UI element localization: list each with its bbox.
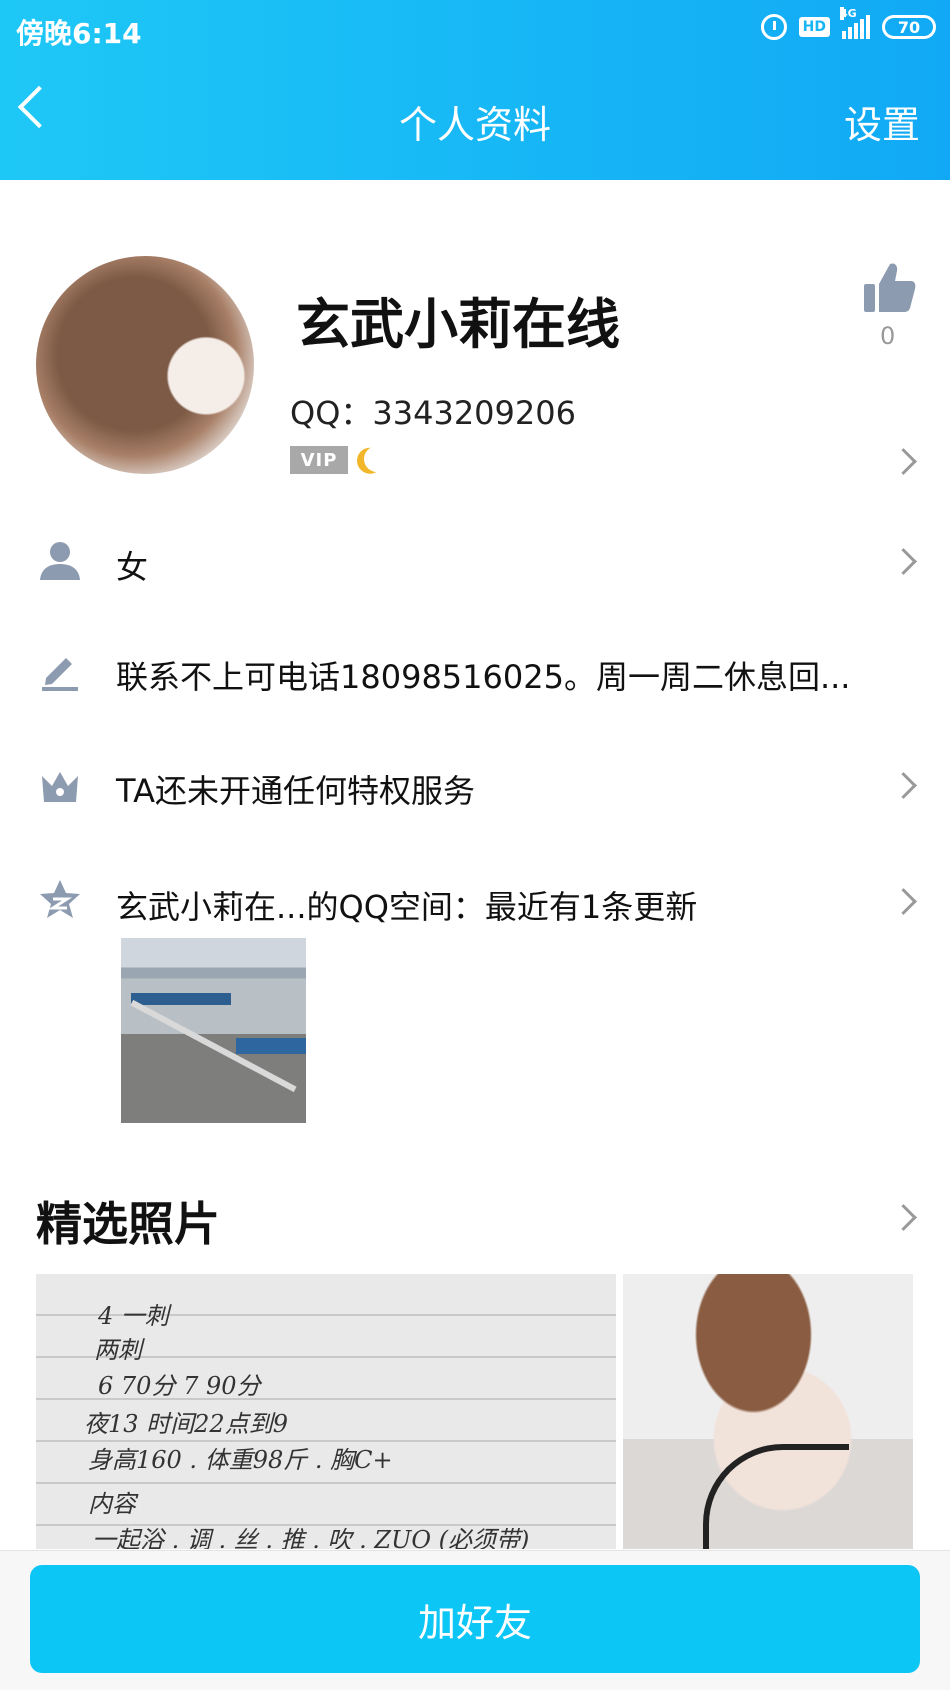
status-icons: HD 4G 70 — [760, 7, 936, 40]
crown-icon — [42, 772, 78, 802]
gender-chevron-icon[interactable] — [890, 548, 917, 575]
signal-icon: 4G — [840, 7, 870, 39]
avatar[interactable] — [36, 256, 254, 474]
star-icon — [40, 880, 80, 918]
moon-icon[interactable] — [360, 442, 393, 475]
header: 傍晚6:14 HD 4G 70 个人资料 设置 — [0, 0, 950, 180]
note-line: 一起浴 . 调 . 丝 . 推 . 吹 . ZUO (必须带) — [92, 1526, 530, 1549]
note-line: 内容 — [88, 1490, 136, 1518]
note-line: 两刺 — [94, 1336, 142, 1364]
settings-button[interactable]: 设置 — [844, 94, 920, 149]
note-line: 4 一刺 — [98, 1302, 169, 1330]
add-friend-button[interactable]: 加好友 — [30, 1565, 920, 1673]
qzone-photo-thumbnail[interactable] — [121, 938, 306, 1123]
network-type: 4G — [840, 7, 857, 20]
like-count: 0 — [880, 322, 896, 350]
pencil-icon — [42, 658, 78, 691]
signature-text[interactable]: 联系不上可电话18098516025。周一周二休息回... — [116, 652, 850, 698]
featured-photo-portrait[interactable] — [623, 1274, 913, 1549]
status-bar: 傍晚6:14 HD 4G 70 — [0, 0, 950, 58]
gender-text[interactable]: 女 — [116, 542, 148, 588]
page-title: 个人资料 — [398, 103, 551, 147]
status-time: 傍晚6:14 — [16, 17, 142, 50]
note-line: 夜13 时间22点到9 — [84, 1410, 288, 1438]
hd-icon: HD — [798, 17, 830, 37]
profile-chevron-icon[interactable] — [890, 448, 917, 475]
alarm-icon — [760, 14, 787, 40]
privilege-chevron-icon[interactable] — [890, 772, 917, 799]
featured-photo-note[interactable]: 4 一刺 两刺 6 70分 7 90分 夜13 时间22点到9 身高160 . … — [36, 1274, 616, 1549]
note-line: 身高160 . 体重98斤 . 胸C+ — [88, 1446, 393, 1474]
privilege-text[interactable]: TA还未开通任何特权服务 — [116, 766, 475, 812]
profile-name: 玄武小莉在线 — [296, 293, 620, 356]
vip-badge[interactable]: VIP — [290, 446, 348, 474]
featured-chevron-icon[interactable] — [890, 1204, 917, 1231]
qzone-chevron-icon[interactable] — [890, 888, 917, 915]
note-line: 6 70分 7 90分 — [98, 1372, 261, 1400]
battery-icon: 70 — [882, 15, 936, 39]
person-icon — [40, 542, 80, 580]
featured-photos-title: 精选照片 — [36, 1197, 220, 1251]
qq-number: QQ：3343209206 — [290, 394, 576, 432]
qzone-text[interactable]: 玄武小莉在...的QQ空间：最近有1条更新 — [116, 882, 697, 928]
thumbs-up-icon[interactable] — [862, 260, 916, 316]
